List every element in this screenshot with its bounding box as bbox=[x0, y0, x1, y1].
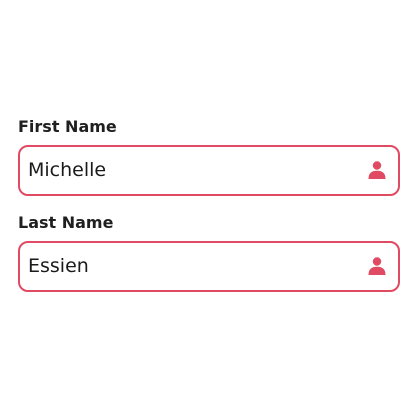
last-name-group: Last Name bbox=[18, 212, 400, 292]
user-icon bbox=[367, 160, 387, 180]
first-name-group: First Name bbox=[18, 116, 400, 196]
last-name-field[interactable] bbox=[18, 241, 400, 292]
user-icon bbox=[367, 256, 387, 276]
name-form: First Name Last Name bbox=[18, 116, 400, 308]
last-name-label: Last Name bbox=[18, 213, 114, 232]
first-name-input[interactable] bbox=[28, 147, 354, 193]
first-name-label: First Name bbox=[18, 117, 117, 136]
last-name-input[interactable] bbox=[28, 243, 354, 289]
first-name-field[interactable] bbox=[18, 145, 400, 196]
